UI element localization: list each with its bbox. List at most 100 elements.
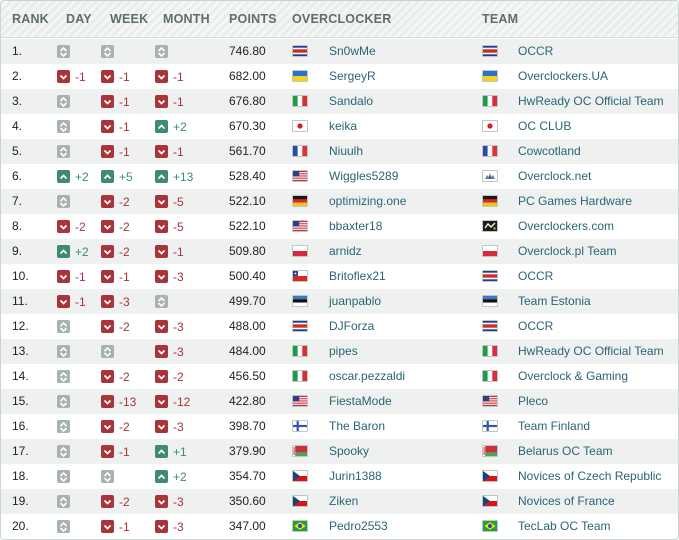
- week-change-value: -2: [119, 369, 130, 384]
- day-change-value: -1: [75, 269, 86, 284]
- arrow-down-icon: [155, 70, 168, 83]
- team-link[interactable]: Overclock & Gaming: [518, 364, 628, 389]
- team-link[interactable]: Belarus OC Team: [518, 439, 612, 464]
- day-change: +2: [57, 239, 89, 264]
- team-link[interactable]: Overclockers.com: [518, 214, 614, 239]
- points-value: 522.10: [229, 194, 266, 208]
- team-link[interactable]: Overclock.pl Team: [518, 239, 616, 264]
- overclocker-link[interactable]: arnidz: [329, 239, 362, 264]
- points-value: 379.90: [229, 444, 266, 458]
- no-change-icon: [57, 95, 70, 108]
- no-change-icon: [101, 470, 114, 483]
- overclocker-link[interactable]: Wiggles5289: [329, 164, 398, 189]
- table-row: 6. +2 +5 +13 528.40 Wiggles5289 Overclock.net: [1, 164, 678, 189]
- overclocker-link[interactable]: The Baron: [329, 414, 385, 439]
- no-change-icon: [57, 395, 70, 408]
- italy-flag-icon: [292, 345, 308, 357]
- overclocker-link[interactable]: Britoflex21: [329, 264, 386, 289]
- team-link[interactable]: Novices of Czech Republic: [518, 464, 661, 489]
- team-link[interactable]: OCCR: [518, 264, 553, 289]
- arrow-down-icon: [155, 520, 168, 533]
- week-change-value: -3: [119, 294, 130, 309]
- rank-number: 14.: [12, 369, 29, 383]
- overclocker-link[interactable]: optimizing.one: [329, 189, 406, 214]
- overclocker-link[interactable]: bbaxter18: [329, 214, 382, 239]
- week-change-value: -2: [119, 194, 130, 209]
- rank-number: 8.: [12, 219, 23, 233]
- team-link[interactable]: HwReady OC Official Team: [518, 89, 664, 114]
- rank-number: 6.: [12, 169, 23, 183]
- arrow-down-icon: [101, 70, 114, 83]
- month-change-value: +2: [173, 469, 187, 484]
- month-change: -3: [155, 264, 184, 289]
- overclocker-link[interactable]: oscar.pezzaldi: [329, 364, 405, 389]
- overclocker-link[interactable]: Jurin1388: [329, 464, 382, 489]
- overclocker-link[interactable]: FiestaMode: [329, 389, 392, 414]
- rank-number: 19.: [12, 494, 29, 508]
- arrow-down-icon: [101, 220, 114, 233]
- week-change: -13: [101, 389, 136, 414]
- table-header: RANK DAY WEEK MONTH POINTS OVERCLOCKER T…: [1, 1, 678, 38]
- overclocker-link[interactable]: pipes: [329, 339, 358, 364]
- overclocker-link[interactable]: Spooky: [329, 439, 369, 464]
- overclocker-link[interactable]: Sn0wMe: [329, 39, 376, 64]
- overclocker-link[interactable]: juanpablo: [329, 289, 381, 314]
- month-change-value: -3: [173, 269, 184, 284]
- team-link[interactable]: Pleco: [518, 389, 548, 414]
- team-link[interactable]: OC CLUB: [518, 114, 571, 139]
- overclocker-link[interactable]: Sandalo: [329, 89, 373, 114]
- brazil-flag-icon: [482, 520, 498, 532]
- arrow-down-icon: [155, 345, 168, 358]
- arrow-down-icon: [101, 495, 114, 508]
- team-link[interactable]: OCCR: [518, 39, 553, 64]
- overclocker-link[interactable]: Ziken: [329, 489, 358, 514]
- team-link[interactable]: PC Games Hardware: [518, 189, 632, 214]
- rank-number: 20.: [12, 519, 29, 533]
- month-change: -1: [155, 64, 184, 89]
- czech-flag-icon: [292, 495, 308, 507]
- overclocker-link[interactable]: DJForza: [329, 314, 374, 339]
- day-change-value: +2: [75, 244, 89, 259]
- month-change-value: -5: [173, 219, 184, 234]
- rank-number: 7.: [12, 194, 23, 208]
- overclocker-link[interactable]: Pedro2553: [329, 514, 388, 539]
- arrow-down-icon: [155, 495, 168, 508]
- team-link[interactable]: TecLab OC Team: [518, 514, 611, 539]
- month-change: -3: [155, 489, 184, 514]
- czech-flag-icon: [482, 495, 498, 507]
- arrow-down-icon: [155, 270, 168, 283]
- team-link[interactable]: HwReady OC Official Team: [518, 339, 664, 364]
- month-change-value: -3: [173, 344, 184, 359]
- italy-flag-icon: [292, 95, 308, 107]
- overclocker-link[interactable]: SergeyR: [329, 64, 376, 89]
- no-change-icon: [57, 495, 70, 508]
- week-change-value: -13: [119, 394, 137, 409]
- day-change: [57, 439, 70, 464]
- arrow-down-icon: [155, 220, 168, 233]
- day-change: [57, 314, 70, 339]
- team-link[interactable]: OCCR: [518, 314, 553, 339]
- overclocker-link[interactable]: Niuulh: [329, 139, 363, 164]
- team-link[interactable]: Overclockers.UA: [518, 64, 608, 89]
- overclocker-link[interactable]: keika: [329, 114, 357, 139]
- germany-flag-icon: [482, 195, 498, 207]
- czech-flag-icon: [292, 470, 308, 482]
- no-change-icon: [101, 45, 114, 58]
- arrow-down-icon: [101, 295, 114, 308]
- no-change-icon: [57, 420, 70, 433]
- poland-flag-icon: [292, 245, 308, 257]
- italy-flag-icon: [482, 95, 498, 107]
- team-link[interactable]: Overclock.net: [518, 164, 591, 189]
- month-change: +2: [155, 464, 187, 489]
- day-change: [57, 364, 70, 389]
- rank-number: 12.: [12, 319, 29, 333]
- team-link[interactable]: Novices of France: [518, 489, 615, 514]
- team-link[interactable]: Team Finland: [518, 414, 590, 439]
- costa-rica-flag-icon: [482, 45, 498, 57]
- no-change-icon: [57, 120, 70, 133]
- table-row: 16. -2 -3 398.70 The Baron Team Finland: [1, 414, 678, 439]
- team-link[interactable]: Cowcotland: [518, 139, 581, 164]
- team-link[interactable]: Team Estonia: [518, 289, 591, 314]
- table-row: 3. -1 -1 676.80 Sandalo HwReady OC Official T…: [1, 89, 678, 114]
- costa-rica-flag-icon: [482, 320, 498, 332]
